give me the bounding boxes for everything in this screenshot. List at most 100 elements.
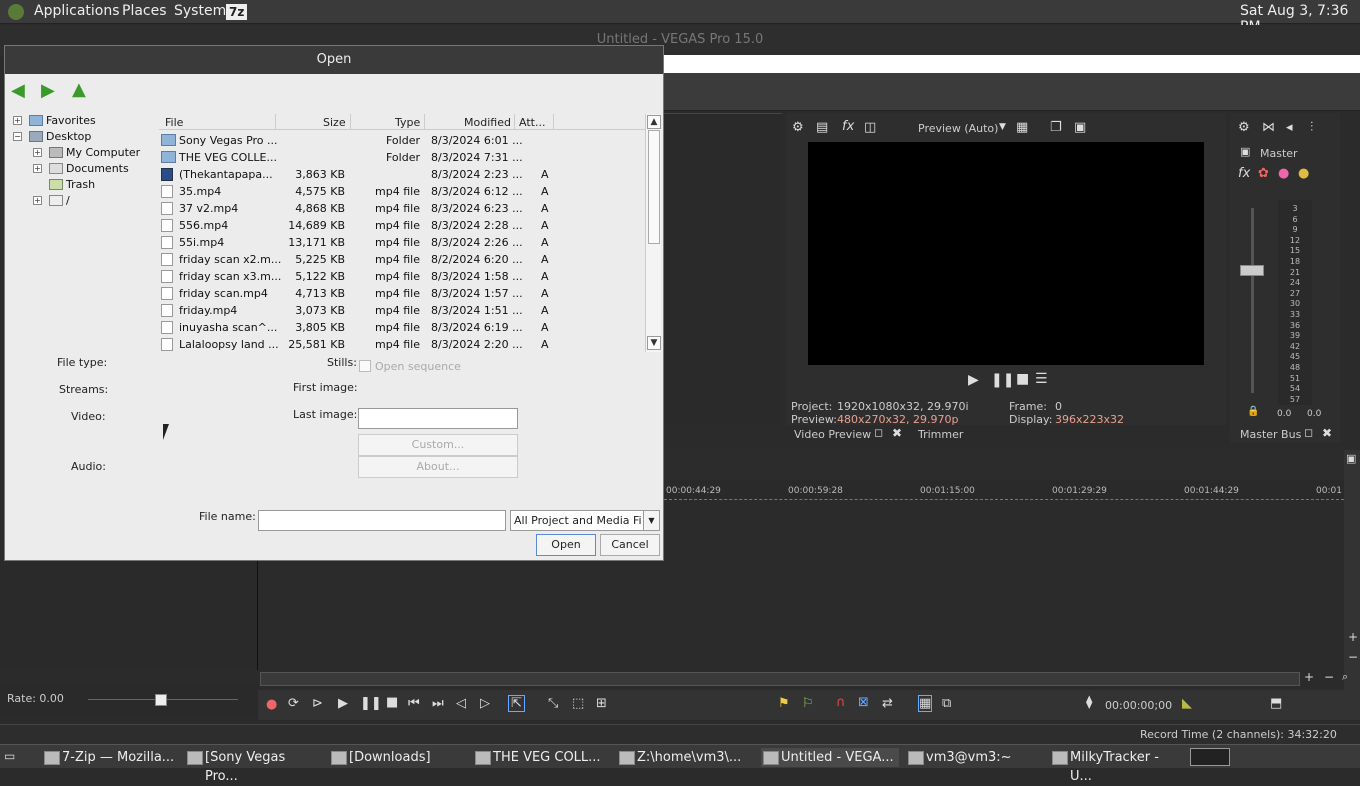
stop-icon[interactable]: ■ <box>386 695 398 710</box>
play-from-start-icon[interactable]: ⊳ <box>312 696 323 711</box>
timeline-hscroll[interactable] <box>260 672 1300 686</box>
fx-icon[interactable]: fx <box>842 119 854 134</box>
next-frame-icon[interactable]: ▷ <box>480 696 490 711</box>
play-icon[interactable]: ▶ <box>338 696 348 711</box>
close-icon[interactable]: ✖ <box>1322 426 1332 440</box>
custom-button[interactable]: Custom... <box>358 434 518 456</box>
undock-icon[interactable]: ◻ <box>1304 426 1313 439</box>
tab-trimmer[interactable]: Trimmer <box>918 428 963 441</box>
pause-icon[interactable]: ❚❚ <box>991 372 1014 388</box>
file-type-filter-select[interactable]: All Project and Media Files ▼ <box>510 510 660 531</box>
stop-icon[interactable]: ■ <box>1016 371 1029 387</box>
open-button[interactable]: Open <box>536 534 596 556</box>
tab-master-bus[interactable]: Master Bus <box>1240 428 1301 441</box>
downmix-icon[interactable]: ⋈ <box>1262 120 1275 135</box>
dim-icon[interactable]: ◂ <box>1286 120 1293 135</box>
task-sony-vegas-folder[interactable]: [Sony Vegas Pro... <box>185 748 321 784</box>
tree-item-desktop[interactable]: Desktop <box>29 130 91 143</box>
applications-menu[interactable]: Applications <box>34 3 120 19</box>
task-downloads[interactable]: [Downloads] <box>329 748 463 767</box>
undock-icon[interactable]: ◻ <box>874 426 883 439</box>
back-arrow-icon[interactable]: ◀ <box>11 80 25 101</box>
zoom-out-icon[interactable]: − <box>1324 670 1334 684</box>
task-veg-collection[interactable]: THE VEG COLL... <box>473 748 607 767</box>
lock-envelopes-icon[interactable]: ▦ <box>918 695 933 712</box>
mixer-icon[interactable]: ⫶ <box>1310 120 1313 135</box>
collapse-icon[interactable]: − <box>13 132 22 141</box>
loop-region-icon[interactable]: ⬒ <box>1270 696 1282 711</box>
system-menu[interactable]: System <box>174 3 226 19</box>
split-screen-icon[interactable]: ◫ <box>864 120 876 135</box>
file-row[interactable]: friday.mp4 3,073 KB mp4 file 8/3/2024 1:51 … <box>159 302 649 319</box>
fx-icon[interactable]: fx <box>1238 166 1250 181</box>
tree-item-my-computer[interactable]: My Computer <box>49 146 140 159</box>
effects-icon[interactable]: ✿ <box>1258 166 1269 181</box>
file-row[interactable]: (Thekantapapa... 3,863 KB 8/3/2024 2:23 ..… <box>159 166 649 183</box>
file-row[interactable]: friday scan x3.m... 5,122 KB mp4 file 8/3/2… <box>159 268 649 285</box>
scroll-up-icon[interactable]: ▲ <box>647 115 661 129</box>
file-row[interactable]: 35.mp4 4,575 KB mp4 file 8/3/2024 6:12 ... A <box>159 183 649 200</box>
file-row[interactable]: 55i.mp4 13,171 KB mp4 file 8/3/2024 2:26 ..… <box>159 234 649 251</box>
expand-icon[interactable]: + <box>33 196 42 205</box>
chat-icon[interactable]: ▣ <box>1346 452 1356 465</box>
file-row[interactable]: inuyasha scan^... 3,805 KB mp4 file 8/3/202… <box>159 319 649 336</box>
tree-item-documents[interactable]: Documents <box>49 162 129 175</box>
task-milkytracker[interactable]: MilkyTracker - U... <box>1050 748 1184 784</box>
expand-icon[interactable]: + <box>13 116 22 125</box>
pause-icon[interactable]: ❚❚ <box>360 696 382 711</box>
file-name-input[interactable] <box>258 510 506 531</box>
rate-slider-handle[interactable] <box>155 694 167 706</box>
region-icon[interactable]: ⚐ <box>802 696 814 711</box>
tree-item-root[interactable]: / <box>49 194 70 207</box>
auto-crossfade-icon[interactable]: ⊠ <box>858 695 869 710</box>
tab-video-preview[interactable]: Video Preview <box>794 428 871 441</box>
up-arrow-icon[interactable]: ▲ <box>72 79 86 100</box>
scroll-down-icon[interactable]: ▼ <box>647 336 661 350</box>
file-row[interactable]: 37 v2.mp4 4,868 KB mp4 file 8/3/2024 6:23 .… <box>159 200 649 217</box>
task-7zip[interactable]: Z:\home\vm3\... <box>617 748 751 767</box>
zoom-out-icon[interactable]: − <box>1348 650 1358 664</box>
snapping-icon[interactable]: ∩ <box>836 695 846 710</box>
timeline-vscroll[interactable]: ▣ + − <box>1344 450 1360 690</box>
loop-icon[interactable]: ⟳ <box>288 696 299 711</box>
last-image-field[interactable] <box>358 408 518 429</box>
column-attributes[interactable]: Att... <box>519 116 545 129</box>
column-modified[interactable]: Modified <box>464 116 511 129</box>
column-type[interactable]: Type <box>395 116 420 129</box>
record-icon[interactable]: ● <box>266 697 277 712</box>
zoom-tool-icon[interactable]: ⊞ <box>596 696 607 711</box>
open-sequence-checkbox[interactable] <box>359 360 371 372</box>
volume-fader-handle[interactable] <box>1240 265 1264 276</box>
play-icon[interactable]: ▶ <box>968 372 979 388</box>
file-row[interactable]: Sony Vegas Pro ... Folder 8/3/2024 6:01 ..… <box>159 132 649 149</box>
zoom-in-icon[interactable]: + <box>1348 630 1358 644</box>
file-list-scrollbar[interactable]: ▲ ▼ <box>645 114 661 352</box>
selection-tool-icon[interactable]: ⬚ <box>572 696 584 711</box>
volume-fader-track[interactable] <box>1251 208 1254 393</box>
ripple-icon[interactable]: ⇄ <box>882 696 893 711</box>
forward-arrow-icon[interactable]: ▶ <box>41 80 55 101</box>
copy-snapshot-icon[interactable]: ❐ <box>1050 120 1062 135</box>
gear-icon[interactable]: ⚙ <box>1238 120 1250 135</box>
go-to-end-icon[interactable]: ⏭ <box>432 696 444 711</box>
solo-icon[interactable]: ● <box>1298 166 1309 181</box>
grid-icon[interactable]: ▦ <box>1016 120 1028 135</box>
chevron-down-icon[interactable]: ▼ <box>999 122 1006 132</box>
distro-logo-icon[interactable] <box>8 4 24 20</box>
save-snapshot-icon[interactable]: ▣ <box>1074 120 1086 135</box>
7zip-launcher[interactable]: 7z <box>226 4 248 20</box>
lock-icon[interactable]: 🔒 <box>1247 406 1259 417</box>
about-button[interactable]: About... <box>358 456 518 478</box>
file-row[interactable]: friday scan x2.m... 5,225 KB mp4 file 8/2/2… <box>159 251 649 268</box>
workspace-switcher[interactable] <box>1190 748 1230 766</box>
timeline-ruler[interactable]: 00:00:44:29 00:00:59:28 00:01:15:00 00:0… <box>664 480 1344 500</box>
column-size[interactable]: Size <box>323 116 346 129</box>
magnifier-icon[interactable]: ⌕ <box>1342 670 1348 684</box>
tree-item-favorites[interactable]: Favorites <box>29 114 96 127</box>
expand-icon[interactable]: + <box>33 148 42 157</box>
cancel-button[interactable]: Cancel <box>600 534 660 556</box>
expand-icon[interactable]: + <box>33 164 42 173</box>
chevron-down-icon[interactable]: ▼ <box>643 511 659 530</box>
mute-icon[interactable]: ● <box>1278 166 1289 181</box>
tree-item-trash[interactable]: Trash <box>49 178 95 191</box>
